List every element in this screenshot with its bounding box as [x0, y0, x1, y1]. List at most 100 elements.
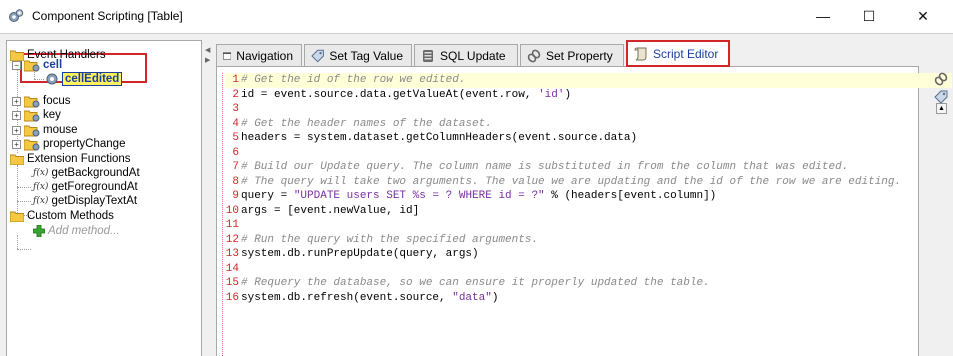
tree-connector — [17, 201, 31, 202]
code-area[interactable]: 1 # Get the id of the row we edited. 2 id =… — [225, 73, 952, 306]
fold-gutter — [222, 73, 223, 356]
code-line[interactable]: 13 system.db.runPrepUpdate(query, args) — [225, 247, 932, 262]
code-text: # Get the id of the row we edited. — [241, 73, 465, 88]
expand-toggle[interactable]: + — [12, 139, 21, 149]
code-string: 'id' — [538, 88, 565, 101]
expand-toggle[interactable]: + — [12, 96, 21, 106]
tree-extension-functions[interactable]: Extension Functions — [10, 152, 131, 166]
code-line[interactable]: 15 # Requery the database, so we can ensu… — [225, 276, 932, 291]
close-button[interactable]: ✕ — [900, 0, 946, 32]
folder-icon — [10, 211, 24, 222]
code-line[interactable]: 16 system.db.refresh(event.source, "data"… — [225, 291, 932, 306]
line-number: 2 — [232, 88, 239, 101]
code-line[interactable]: 4 # Get the header names of the dataset. — [225, 117, 932, 132]
code-text: # The query will take two arguments. The… — [241, 175, 901, 190]
collapse-toggle[interactable]: − — [12, 60, 21, 70]
database-icon — [423, 49, 433, 62]
tab-script-editor[interactable]: Script Editor — [626, 40, 730, 67]
code-text: # Run the query with the specified argum… — [241, 233, 538, 248]
function-icon: ƒ(x) — [33, 168, 49, 178]
code-text: # Requery the database, so we can ensure… — [241, 276, 710, 291]
code-text: # Build our Update query. The column nam… — [241, 160, 848, 175]
tree-connector — [17, 187, 31, 188]
line-number: 15 — [225, 277, 239, 289]
tree-custom-methods[interactable]: Custom Methods — [10, 209, 114, 223]
link-icon[interactable] — [934, 72, 948, 86]
folder-icon — [10, 154, 24, 165]
line-number: 11 — [225, 219, 239, 231]
tree-item-cell-edited[interactable]: cellEdited — [45, 72, 123, 86]
panel-splitter[interactable]: ◀ ▶ — [203, 40, 212, 356]
maximize-button[interactable]: ☐ — [846, 0, 892, 32]
code-text: args = [event.newValue, id] — [241, 204, 419, 219]
code-line[interactable]: 6 — [225, 146, 932, 161]
code-string: "UPDATE users SET %s = ? WHERE id = ?" — [293, 190, 545, 202]
line-number: 10 — [225, 204, 239, 217]
tree-add-method[interactable]: Add method... — [33, 224, 120, 238]
code-comment: # Build our Update query. The column nam… — [241, 161, 849, 173]
code-token: id = event.source.data.getValueAt(event.… — [241, 88, 539, 101]
tag-icon[interactable] — [934, 90, 948, 104]
code-line[interactable]: 7 # Build our Update query. The column na… — [225, 160, 932, 175]
tree-item-mouse[interactable]: + mouse — [12, 123, 78, 137]
line-number: 8 — [232, 175, 239, 188]
code-line[interactable]: 10 args = [event.newValue, id] — [225, 204, 932, 219]
code-text: query = "UPDATE users SET %s = ? WHERE i… — [241, 189, 716, 204]
tree-connector — [17, 235, 18, 249]
plus-icon — [33, 225, 45, 237]
tree-item-get-background-at[interactable]: ƒ(x) getBackgroundAt — [33, 166, 140, 180]
expand-right-icon[interactable]: ▶ — [205, 56, 210, 64]
line-number: 9 — [232, 190, 239, 202]
line-number: 5 — [232, 132, 239, 144]
code-line[interactable]: 8 # The query will take two arguments. Th… — [225, 175, 932, 190]
function-icon: ƒ(x) — [33, 196, 49, 206]
code-line[interactable]: 14 — [225, 262, 932, 277]
window-body: Event Handlers − cell cellEdited + focus… — [0, 33, 953, 356]
link-icon — [527, 49, 541, 62]
event-gear-icon — [46, 73, 58, 85]
tree-item-focus[interactable]: + focus — [12, 94, 71, 108]
vertical-scrollbar[interactable]: ▲ — [933, 67, 950, 356]
code-line[interactable]: 11 — [225, 218, 932, 233]
code-line[interactable]: 2 id = event.source.data.getValueAt(event… — [225, 88, 932, 103]
expand-toggle[interactable]: + — [12, 125, 21, 135]
event-folder-icon — [24, 139, 40, 150]
tab-navigation[interactable]: Navigation — [216, 44, 302, 66]
code-line[interactable]: 1 # Get the id of the row we edited. — [225, 73, 952, 88]
code-comment: # Get the id of the row we edited. — [241, 74, 466, 86]
code-line[interactable]: 12 # Run the query with the specified arg… — [225, 233, 932, 248]
expand-toggle[interactable]: + — [12, 110, 21, 120]
event-tree: Event Handlers − cell cellEdited + focus… — [6, 40, 202, 356]
code-line[interactable]: 3 — [225, 102, 932, 117]
code-line[interactable]: 9 query = "UPDATE users SET %s = ? WHERE … — [225, 189, 932, 204]
code-text: # Get the header names of the dataset. — [241, 117, 492, 132]
code-text: id = event.source.data.getValueAt(event.… — [241, 88, 571, 103]
script-editor[interactable]: 1 # Get the id of the row we edited. 2 id =… — [216, 66, 952, 356]
code-comment: # Get the header names of the dataset. — [241, 117, 492, 130]
tree-item-get-foreground-at[interactable]: ƒ(x) getForegroundAt — [33, 180, 138, 194]
code-token: system.db.runPrepUpdate(query, args) — [241, 248, 479, 260]
tab-set-tag-value[interactable]: Set Tag Value — [304, 44, 412, 66]
code-comment: # The query will take two arguments. The… — [241, 175, 902, 188]
tree-item-get-display-text-at[interactable]: ƒ(x) getDisplayTextAt — [33, 194, 137, 208]
tab-set-property[interactable]: Set Property — [520, 44, 624, 66]
code-string: "data" — [452, 291, 492, 304]
line-number: 6 — [232, 146, 239, 159]
line-number: 14 — [225, 262, 239, 275]
code-token: ) — [491, 291, 499, 304]
tree-item-cell[interactable]: − cell — [12, 58, 62, 72]
tree-item-property-change[interactable]: + propertyChange — [12, 137, 125, 151]
tree-item-key[interactable]: + key — [12, 108, 61, 122]
collapse-left-icon[interactable]: ◀ — [205, 46, 210, 54]
code-line[interactable]: 5 headers = system.dataset.getColumnHeade… — [225, 131, 932, 146]
tab-sql-update[interactable]: SQL Update — [414, 44, 518, 66]
scroll-up-arrow[interactable]: ▲ — [936, 103, 947, 114]
code-token: % (headers[event.column]) — [544, 190, 717, 202]
line-number: 7 — [232, 161, 239, 173]
code-text: system.db.runPrepUpdate(query, args) — [241, 247, 479, 262]
code-token: ) — [564, 88, 572, 101]
gear-scripting-icon — [9, 9, 24, 22]
line-number: 3 — [232, 103, 239, 115]
minimize-button[interactable]: — — [800, 0, 846, 32]
tag-icon — [311, 49, 324, 62]
